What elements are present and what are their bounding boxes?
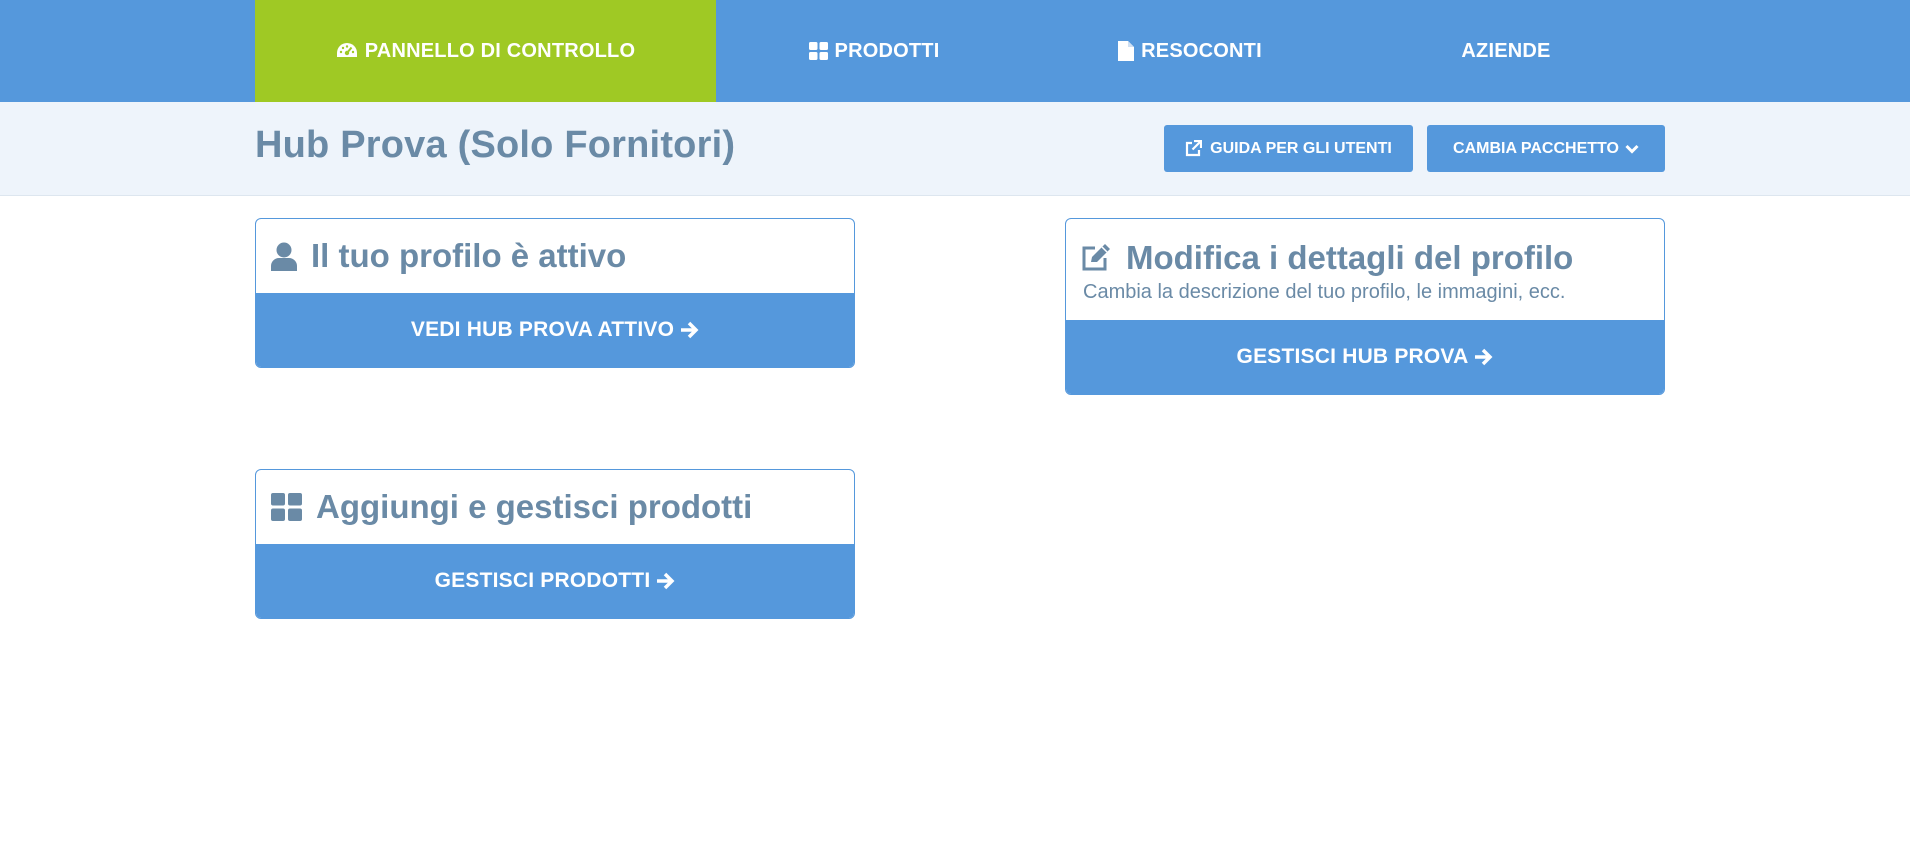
view-active-hub-button[interactable]: VEDI HUB PROVA ATTIVO bbox=[256, 293, 854, 367]
manage-products-label: GESTISCI PRODOTTI bbox=[434, 569, 651, 592]
chevron-down-icon bbox=[1625, 144, 1639, 154]
grid-icon bbox=[808, 42, 828, 60]
profile-status-title: Il tuo profilo è attivo bbox=[311, 237, 627, 274]
nav-tab-companies-label: AZIENDE bbox=[1461, 39, 1551, 62]
products-card: Aggiungi e gestisci prodotti GESTISCI PR… bbox=[255, 469, 855, 619]
nav-tab-reports-label: RESOCONTI bbox=[1141, 39, 1262, 62]
document-icon bbox=[1118, 41, 1135, 61]
dashboard-gauge-icon bbox=[336, 42, 358, 60]
edit-icon bbox=[1081, 244, 1112, 272]
products-title: Aggiungi e gestisci prodotti bbox=[316, 488, 753, 525]
manage-products-button[interactable]: GESTISCI PRODOTTI bbox=[256, 544, 854, 618]
products-title-row: Aggiungi e gestisci prodotti bbox=[271, 488, 839, 526]
user-icon bbox=[271, 242, 297, 271]
edit-profile-card: Modifica i dettagli del profilo Cambia l… bbox=[1065, 218, 1665, 395]
nav-tab-products[interactable]: PRODOTTI bbox=[716, 0, 1032, 102]
edit-profile-title: Modifica i dettagli del profilo bbox=[1126, 239, 1574, 276]
nav-tab-products-label: PRODOTTI bbox=[834, 39, 940, 62]
page-title: Hub Prova (Solo Fornitori) bbox=[255, 124, 736, 166]
products-card-header: Aggiungi e gestisci prodotti bbox=[256, 470, 854, 544]
user-guide-button[interactable]: GUIDA PER GLI UTENTI bbox=[1164, 125, 1413, 172]
edit-profile-card-header: Modifica i dettagli del profilo Cambia l… bbox=[1066, 219, 1664, 320]
nav-tab-dashboard[interactable]: PANNELLO DI CONTROLLO bbox=[255, 0, 716, 102]
grid-icon bbox=[271, 493, 302, 521]
profile-status-card: Il tuo profilo è attivo VEDI HUB PROVA A… bbox=[255, 218, 855, 368]
user-guide-label: GUIDA PER GLI UTENTI bbox=[1210, 139, 1392, 157]
arrow-right-icon bbox=[680, 321, 699, 339]
profile-status-title-row: Il tuo profilo è attivo bbox=[271, 237, 839, 275]
edit-profile-title-row: Modifica i dettagli del profilo bbox=[1081, 239, 1649, 277]
nav-tab-companies[interactable]: AZIENDE bbox=[1348, 0, 1664, 102]
arrow-right-icon bbox=[656, 572, 675, 590]
edit-profile-subtitle: Cambia la descrizione del tuo profilo, l… bbox=[1083, 281, 1566, 303]
external-link-icon bbox=[1185, 140, 1203, 157]
nav-tab-reports[interactable]: RESOCONTI bbox=[1032, 0, 1348, 102]
change-package-label: CAMBIA PACCHETTO bbox=[1453, 139, 1619, 157]
profile-status-card-header: Il tuo profilo è attivo bbox=[256, 219, 854, 293]
top-navigation: PANNELLO DI CONTROLLO PRODOTTI RESOCONTI… bbox=[0, 0, 1910, 102]
change-package-dropdown[interactable]: CAMBIA PACCHETTO bbox=[1427, 125, 1665, 172]
arrow-right-icon bbox=[1474, 348, 1493, 366]
manage-hub-label: GESTISCI HUB PROVA bbox=[1236, 345, 1469, 368]
manage-hub-button[interactable]: GESTISCI HUB PROVA bbox=[1066, 320, 1664, 394]
nav-tab-dashboard-label: PANNELLO DI CONTROLLO bbox=[364, 39, 636, 62]
view-active-hub-label: VEDI HUB PROVA ATTIVO bbox=[410, 318, 675, 341]
